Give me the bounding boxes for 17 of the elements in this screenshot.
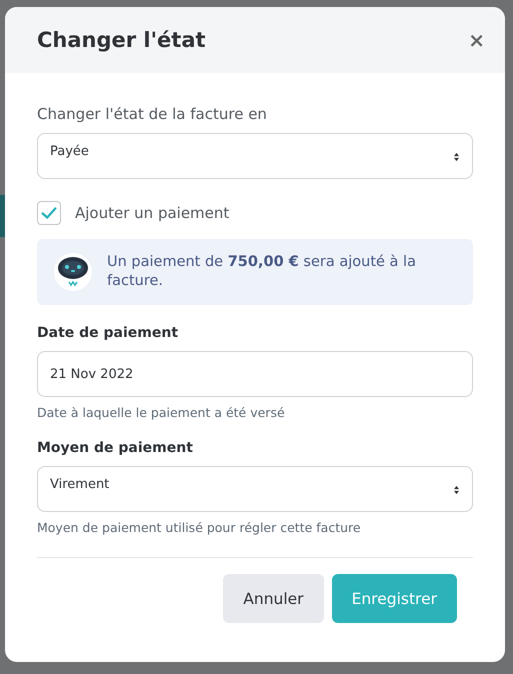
close-button[interactable]: × (464, 28, 489, 52)
help-text: Moyen de paiement utilisé pour régler cette facture (37, 520, 362, 535)
info-message: Un paiement de 750,00 € sera ajouté à la facture. (107, 253, 417, 291)
payment-method-select[interactable]: Virement (37, 466, 473, 512)
robot-icon (53, 252, 93, 292)
sort-arrows-icon (453, 152, 460, 162)
date-field[interactable]: 21 Nov 2022 (37, 351, 473, 397)
field-label: Changer l'état de la facture en (37, 105, 268, 123)
cancel-button[interactable]: Annuler (223, 574, 324, 623)
checkbox-label[interactable]: Ajouter un paiement (75, 204, 230, 222)
field-label: Date de paiement (37, 325, 180, 341)
state-select[interactable]: Payée (37, 133, 473, 179)
dialog-title: Changer l'état (37, 28, 206, 52)
checkbox[interactable] (37, 201, 61, 225)
field-label: Moyen de paiement (37, 440, 194, 456)
sort-arrows-icon (453, 485, 460, 495)
help-text: Date à laquelle le paiement a été versé (37, 405, 286, 420)
